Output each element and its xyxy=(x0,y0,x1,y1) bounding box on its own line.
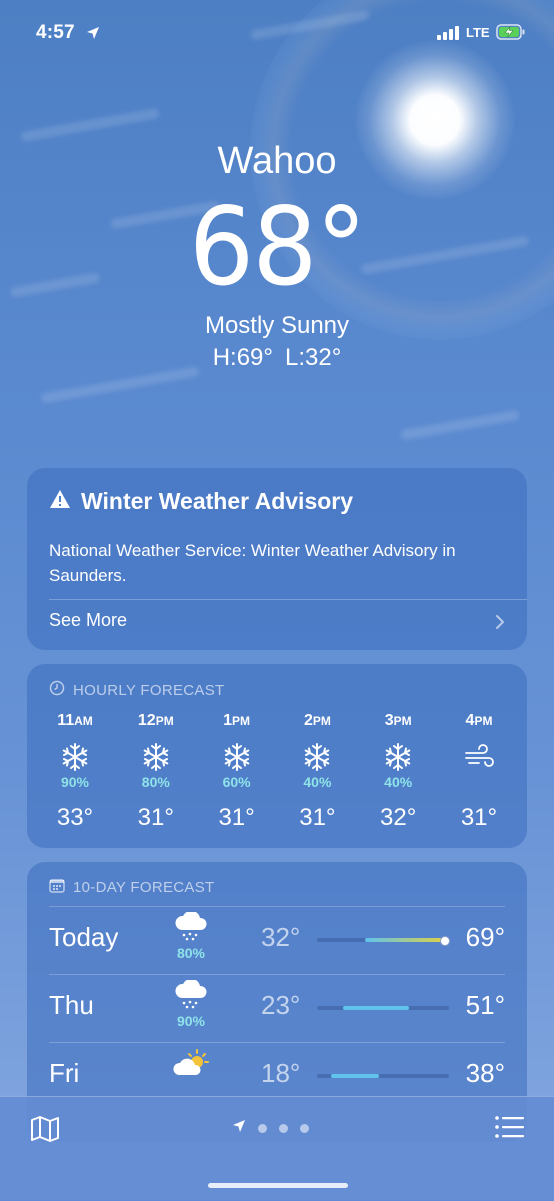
rain-snow-cloud-icon: 90% xyxy=(169,978,213,1029)
precip-chance: 90% xyxy=(176,1013,206,1029)
status-bar: 4:57 LTE xyxy=(0,22,554,46)
hour-temp: 33° xyxy=(56,804,94,831)
partly-sunny-icon xyxy=(169,1048,213,1081)
ten-day-header-label: 10-DAY FORECAST xyxy=(73,879,215,896)
precip-chance: 40% xyxy=(303,774,332,790)
temp-range-fill xyxy=(343,1006,409,1010)
cloud-streak xyxy=(400,409,520,441)
precip-chance: 80% xyxy=(141,774,170,790)
low-temp: 23° xyxy=(261,990,301,1020)
map-icon[interactable] xyxy=(30,1115,60,1148)
current-conditions: Wahoo 68° Mostly Sunny H:69° L:32° xyxy=(0,138,554,372)
high-temp: H:69° xyxy=(212,344,273,371)
hourly-item: 1PM 60% 31° xyxy=(199,712,275,832)
high-temp: 51° xyxy=(465,990,505,1020)
day-name: Fri xyxy=(49,1058,80,1088)
temp-range-fill xyxy=(331,1074,379,1078)
hour-label: 11AM xyxy=(57,712,93,729)
precip-chance: 90% xyxy=(60,774,90,790)
wind-icon xyxy=(441,740,517,774)
snowflake-icon xyxy=(360,740,436,774)
day-name: Today xyxy=(49,922,119,952)
precip-chance: 60% xyxy=(222,774,251,790)
page-indicator[interactable] xyxy=(232,1119,309,1138)
location-arrow-icon xyxy=(86,26,100,45)
list-icon[interactable] xyxy=(494,1115,524,1144)
hourly-forecast-header: HOURLY FORECAST xyxy=(49,680,224,700)
day-row[interactable]: Thu 90% 23° 51° xyxy=(27,974,527,1042)
page-dot xyxy=(279,1124,288,1133)
city-name: Wahoo xyxy=(217,140,337,182)
precip-chance: 40% xyxy=(384,774,413,790)
hourly-forecast-card[interactable]: HOURLY FORECAST 11AM 90% 33° 12PM 80% 31° 1PM 6… xyxy=(27,664,527,848)
signal-bars-icon xyxy=(437,26,461,45)
advisory-title-row: Winter Weather Advisory xyxy=(49,488,353,515)
hour-label: 4PM xyxy=(465,712,493,729)
hour-temp: 31° xyxy=(460,804,498,831)
divider xyxy=(49,599,527,600)
snowflake-icon xyxy=(118,740,194,774)
temp-range-bar xyxy=(317,1074,449,1078)
condition-text: Mostly Sunny xyxy=(204,312,350,339)
hourly-item: 2PM 40% 31° xyxy=(279,712,355,832)
clock-icon xyxy=(49,680,65,700)
hour-label: 12PM xyxy=(137,712,174,729)
status-time: 4:57 xyxy=(36,22,75,43)
see-more-link[interactable]: See More xyxy=(49,610,127,631)
hourly-item: 4PM 31° xyxy=(441,712,517,832)
hourly-header-label: HOURLY FORECAST xyxy=(73,681,225,699)
hour-label: 2PM xyxy=(303,712,331,729)
precip-chance: 80% xyxy=(176,945,206,961)
low-temp: 18° xyxy=(261,1058,301,1088)
hour-temp: 31° xyxy=(218,804,255,831)
temp-range-bar xyxy=(317,936,450,946)
advisory-body: National Weather Service: Winter Weather… xyxy=(49,541,456,585)
current-location-icon xyxy=(232,1119,246,1138)
ten-day-header: 10-DAY FORECAST xyxy=(49,878,214,897)
home-indicator xyxy=(208,1183,348,1188)
hour-temp: 32° xyxy=(380,804,417,831)
current-temperature: 68° xyxy=(188,185,367,310)
calendar-icon xyxy=(49,878,65,897)
warning-icon xyxy=(49,488,71,515)
hour-temp: 31° xyxy=(137,804,174,831)
snowflake-icon xyxy=(199,740,275,774)
advisory-card[interactable]: Winter Weather Advisory National Weather… xyxy=(27,468,527,650)
high-temp: 69° xyxy=(465,922,505,952)
battery-charging-icon xyxy=(496,24,526,45)
precip-chance xyxy=(441,774,517,792)
day-row[interactable]: Today 80% 32° 69° xyxy=(27,906,527,974)
day-name: Thu xyxy=(49,990,94,1020)
chevron-right-icon[interactable] xyxy=(495,614,505,635)
low-temp: L:32° xyxy=(284,344,342,371)
advisory-title: Winter Weather Advisory xyxy=(81,488,354,514)
hourly-item: 11AM 90% 33° xyxy=(37,712,113,832)
snowflake-icon xyxy=(279,740,355,774)
low-temp: 32° xyxy=(261,922,301,952)
hourly-items: 11AM 90% 33° 12PM 80% 31° 1PM 60% 31° 2PM 40% 31° 3P… xyxy=(37,712,517,832)
temp-range-bar xyxy=(317,1006,449,1010)
hour-label: 3PM xyxy=(384,712,412,729)
bottom-toolbar xyxy=(0,1096,554,1201)
hourly-item: 3PM 40% 32° xyxy=(360,712,436,832)
hour-temp: 31° xyxy=(299,804,336,831)
high-temp: 38° xyxy=(465,1058,505,1088)
network-type: LTE xyxy=(466,25,490,40)
snowflake-icon xyxy=(37,740,113,774)
page-dot xyxy=(258,1124,267,1133)
cloud-streak xyxy=(20,107,160,143)
hourly-item: 12PM 80% 31° xyxy=(118,712,194,832)
high-low: H:69° L:32° xyxy=(0,344,554,372)
hour-label: 1PM xyxy=(223,712,251,729)
rain-snow-cloud-icon: 80% xyxy=(169,910,213,961)
current-temp-dot xyxy=(440,936,450,946)
temp-range-fill xyxy=(365,938,442,942)
page-dot xyxy=(300,1124,309,1133)
